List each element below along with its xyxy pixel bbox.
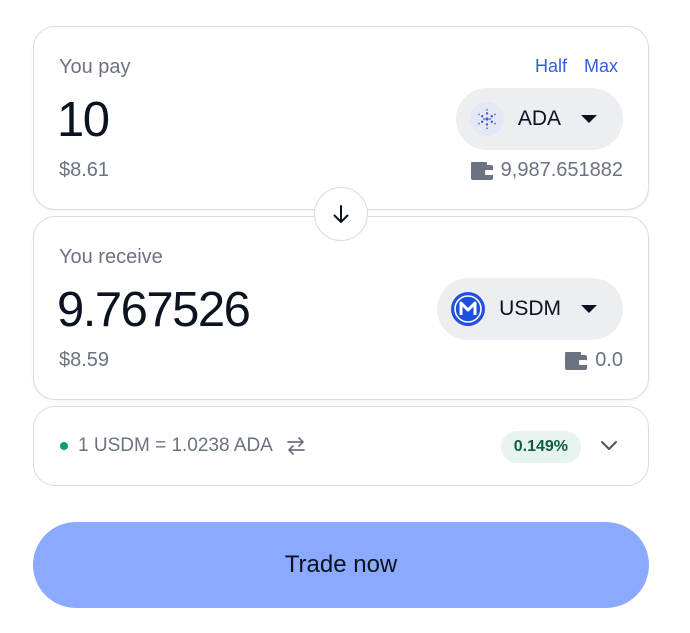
expand-details-button[interactable] xyxy=(596,433,622,459)
max-button[interactable]: Max xyxy=(584,56,618,77)
rate-card[interactable]: 1 USDM = 1.0238 ADA 0.149% xyxy=(33,406,649,486)
pay-card: You pay Half Max 10 $8.61 ADA 9,987.6518… xyxy=(33,26,649,210)
usdm-icon xyxy=(451,292,486,326)
half-button[interactable]: Half xyxy=(535,56,567,77)
pay-amount-input[interactable]: 10 xyxy=(57,96,110,145)
receive-card: You receive 9.767526 $8.59 USDM 0.0 xyxy=(33,216,649,400)
pay-usd-value: $8.61 xyxy=(59,159,110,181)
receive-balance: 0.0 xyxy=(565,349,623,372)
price-impact-badge: 0.149% xyxy=(500,431,581,463)
pay-token-selector[interactable]: ADA xyxy=(455,88,623,150)
receive-token-symbol: USDM xyxy=(499,297,561,320)
receive-balance-value: 0.0 xyxy=(595,349,623,371)
caret-down-icon xyxy=(581,115,597,123)
arrow-down-icon xyxy=(333,205,349,223)
pay-balance-value: 9,987.651882 xyxy=(500,159,623,181)
wallet-icon xyxy=(470,161,493,180)
pay-balance: 9,987.651882 xyxy=(470,159,623,182)
swap-direction-button[interactable] xyxy=(314,187,368,241)
chevron-down-icon xyxy=(601,441,617,450)
exchange-rate-text: 1 USDM = 1.0238 ADA xyxy=(78,435,273,456)
swap-horizontal-icon[interactable] xyxy=(285,436,307,456)
trade-now-button[interactable]: Trade now xyxy=(33,522,649,608)
exchange-rate: 1 USDM = 1.0238 ADA xyxy=(60,435,307,457)
caret-down-icon xyxy=(581,305,597,313)
status-dot-icon xyxy=(60,442,68,450)
cardano-icon xyxy=(469,102,504,136)
wallet-icon xyxy=(565,351,588,370)
receive-amount: 9.767526 xyxy=(57,283,251,337)
receive-label: You receive xyxy=(59,246,163,268)
pay-label: You pay xyxy=(59,56,131,78)
receive-token-selector[interactable]: USDM xyxy=(437,278,623,340)
pay-token-symbol: ADA xyxy=(517,107,561,130)
amount-shortcuts: Half Max xyxy=(535,56,618,77)
receive-usd-value: $8.59 xyxy=(59,349,110,371)
